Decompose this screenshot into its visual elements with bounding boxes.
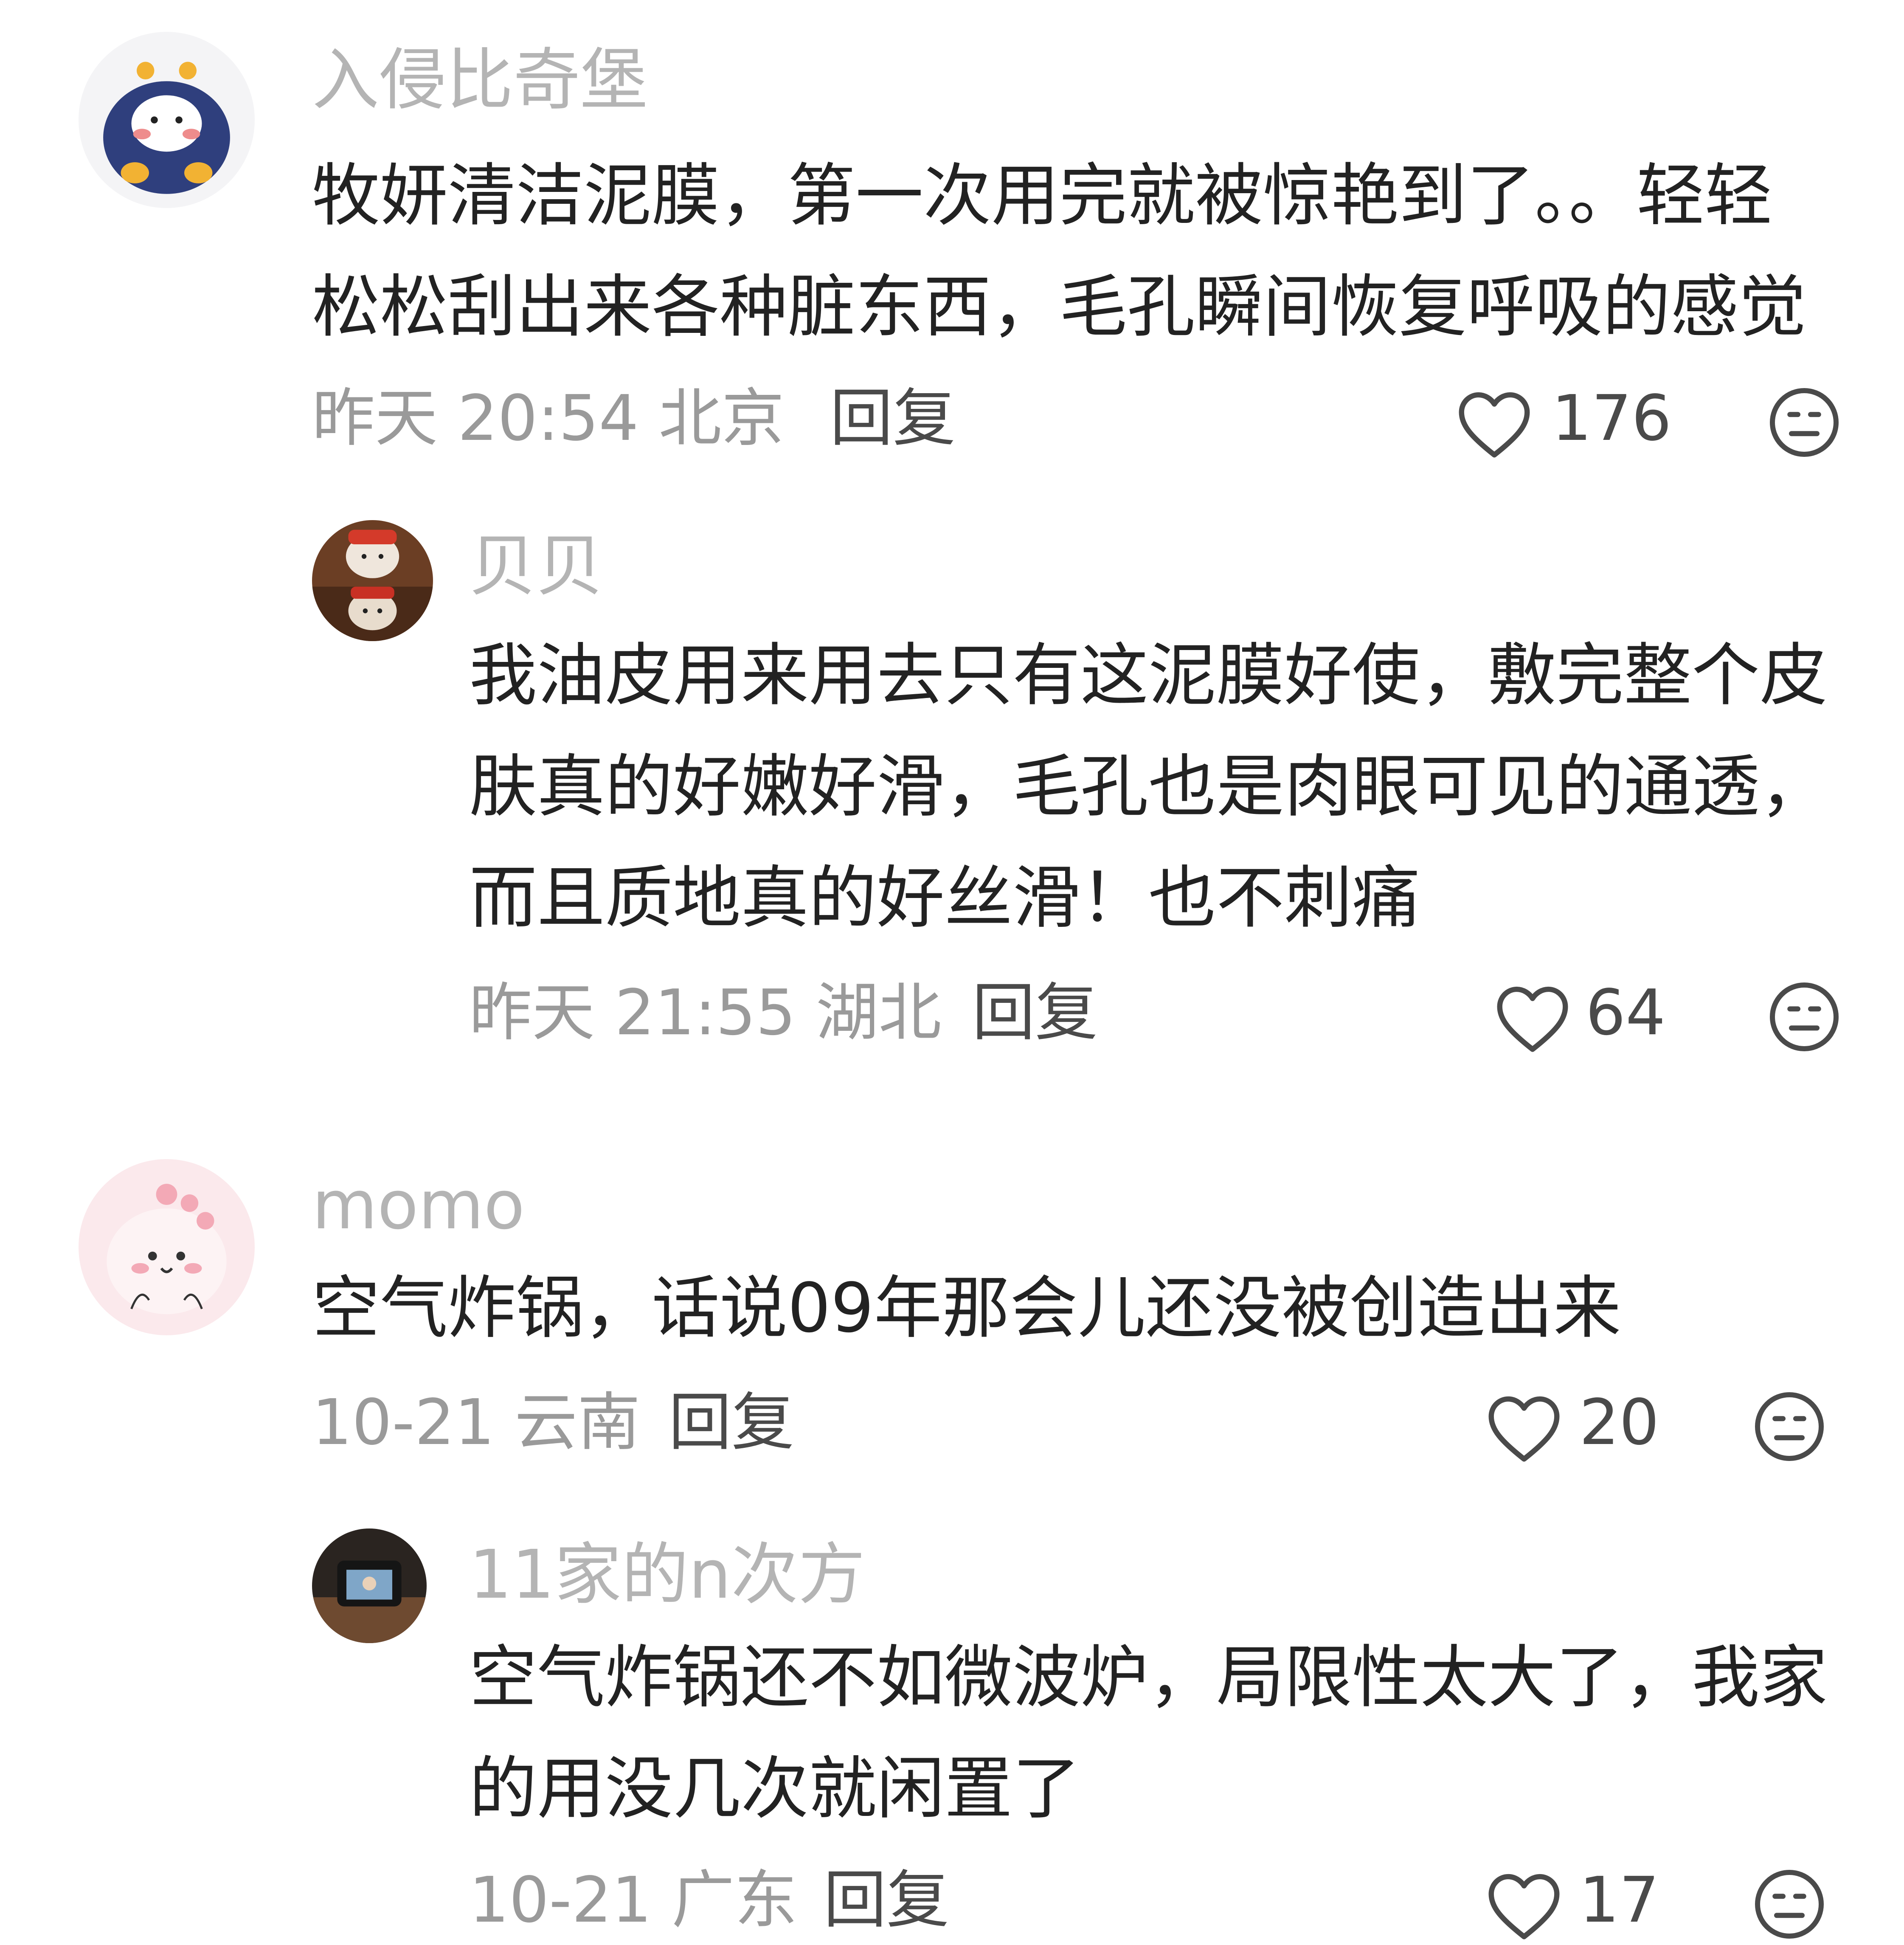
like-count: 64 (1586, 976, 1666, 1049)
heart-outline-icon (1459, 392, 1530, 458)
comment-meta: 10-21 云南 回复 20 (312, 1386, 1840, 1462)
heart-outline-icon (1488, 1396, 1560, 1462)
heart-outline-icon (1488, 1874, 1560, 1939)
timestamp-location: 10-21 云南 (312, 1386, 641, 1459)
reply-button[interactable]: 回复 (972, 979, 1098, 1047)
timestamp-location: 10-21 广东 (469, 1863, 798, 1937)
reply-button[interactable]: 回复 (830, 384, 956, 452)
meh-face-icon (1755, 1392, 1824, 1461)
pink-dinosaur-avatar (79, 1159, 255, 1335)
avatar[interactable] (79, 32, 255, 208)
comment-meta: 昨天 21:55 湖北 回复 64 (469, 976, 1840, 1052)
comment-text: 牧妍清洁泥膜，第一次用完就被惊艳到了。。轻轻松松刮出来各种脏东西，毛孔瞬间恢复呼… (312, 156, 1807, 346)
comment-meta: 10-21 广东 回复 17 (469, 1863, 1840, 1939)
like-button[interactable]: 20 (1484, 1386, 1662, 1462)
avatar[interactable] (79, 1159, 255, 1335)
camera-photo-avatar (312, 1528, 427, 1643)
comment-text: 空气炸锅，话说09年那会儿还没被创造出来 (312, 1268, 1621, 1348)
username[interactable]: momo (312, 1172, 525, 1239)
comment-text: 我油皮用来用去只有这泥膜好使，敷完整个皮肤真的好嫩好滑，毛孔也是肉眼可见的通透，… (469, 636, 1828, 937)
dislike-button[interactable] (1751, 1388, 1828, 1465)
dislike-button[interactable] (1766, 979, 1842, 1055)
heart-outline-icon (1497, 986, 1568, 1052)
reply-button[interactable]: 回复 (669, 1388, 794, 1456)
dislike-button[interactable] (1751, 1866, 1828, 1942)
username[interactable]: 贝贝 (469, 533, 603, 600)
meh-face-icon (1755, 1870, 1824, 1939)
comment-meta: 昨天 20:54 北京 回复 176 (312, 382, 1840, 458)
timestamp-location: 昨天 20:54 北京 (312, 382, 785, 455)
dislike-button[interactable] (1766, 384, 1842, 461)
avatar[interactable] (312, 520, 433, 641)
timestamp-location: 昨天 21:55 湖北 (469, 976, 942, 1049)
like-count: 17 (1579, 1863, 1659, 1937)
blue-hooded-character-avatar (79, 32, 255, 208)
username[interactable]: 11家的n次方 (469, 1541, 865, 1608)
like-button[interactable]: 17 (1484, 1863, 1662, 1939)
comment-text: 空气炸锅还不如微波炉，局限性太大了，我家的用没几次就闲置了 (469, 1638, 1828, 1828)
like-count: 176 (1552, 382, 1672, 455)
reply-button[interactable]: 回复 (824, 1866, 949, 1934)
like-count: 20 (1579, 1386, 1659, 1459)
dogs-photo-avatar (312, 520, 433, 641)
like-button[interactable]: 176 (1454, 382, 1692, 458)
username[interactable]: 入侵比奇堡 (312, 47, 647, 114)
avatar[interactable] (312, 1528, 427, 1643)
like-button[interactable]: 64 (1492, 976, 1671, 1052)
meh-face-icon (1770, 388, 1839, 457)
meh-face-icon (1770, 982, 1839, 1051)
